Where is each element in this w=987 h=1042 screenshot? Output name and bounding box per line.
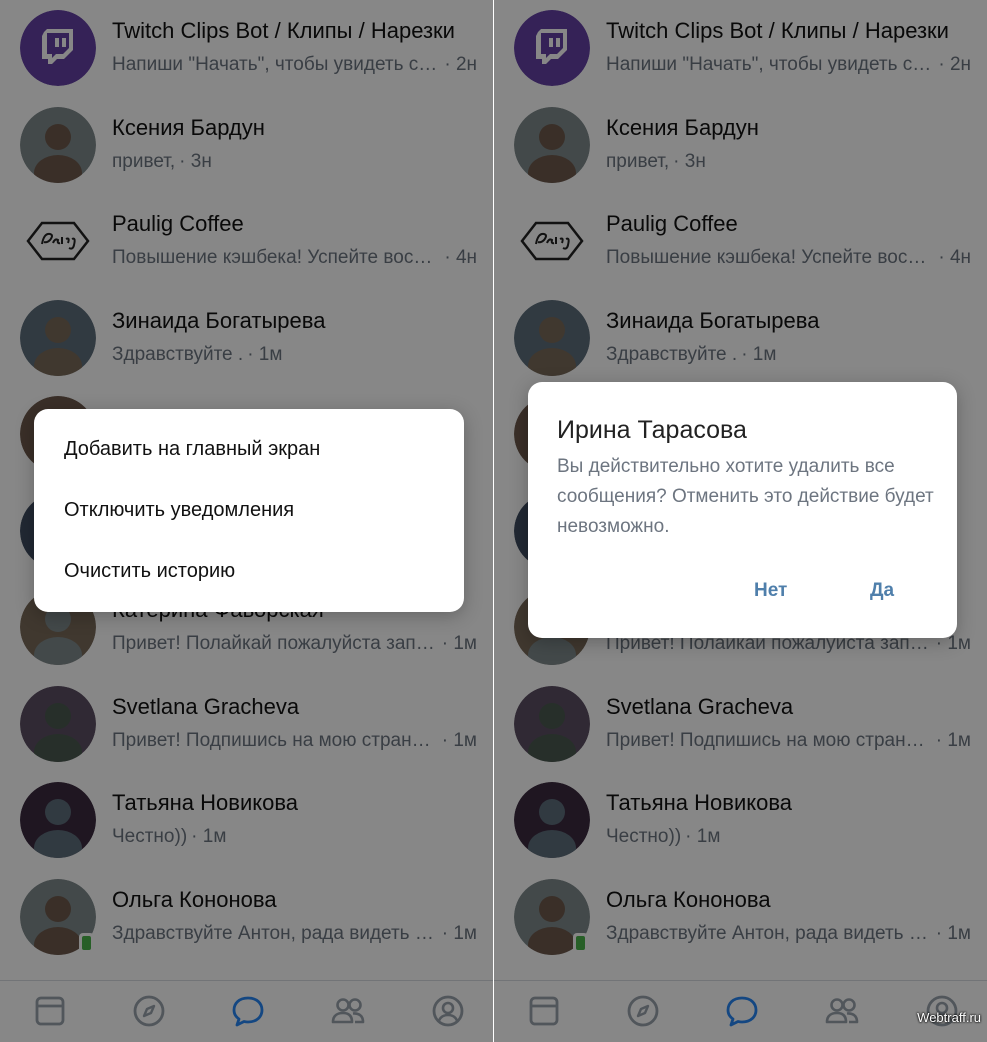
no-button[interactable]: Нет (754, 580, 787, 602)
menu-item-add-to-home[interactable]: Добавить на главный экран (34, 419, 464, 480)
left-screen: Twitch Clips Bot / Клипы / Нарезки Напиши… (0, 0, 493, 1042)
watermark: Webtraff.ru (917, 1010, 981, 1025)
yes-button[interactable]: Да (870, 580, 894, 602)
menu-item-clear-history[interactable]: Очистить историю (34, 541, 464, 602)
right-screen: Twitch Clips Bot / Клипы / Нарезки Напиши… (494, 0, 987, 1042)
delete-confirm-dialog: Ирина Тарасова Вы действительно хотите у… (528, 382, 957, 638)
menu-item-mute-notifications[interactable]: Отключить уведомления (34, 480, 464, 541)
dialog-message: Вы действительно хотите удалить все сооб… (557, 456, 934, 537)
dialog-title: Ирина Тарасова (557, 416, 747, 444)
chat-context-menu: Добавить на главный экран Отключить увед… (34, 409, 464, 612)
